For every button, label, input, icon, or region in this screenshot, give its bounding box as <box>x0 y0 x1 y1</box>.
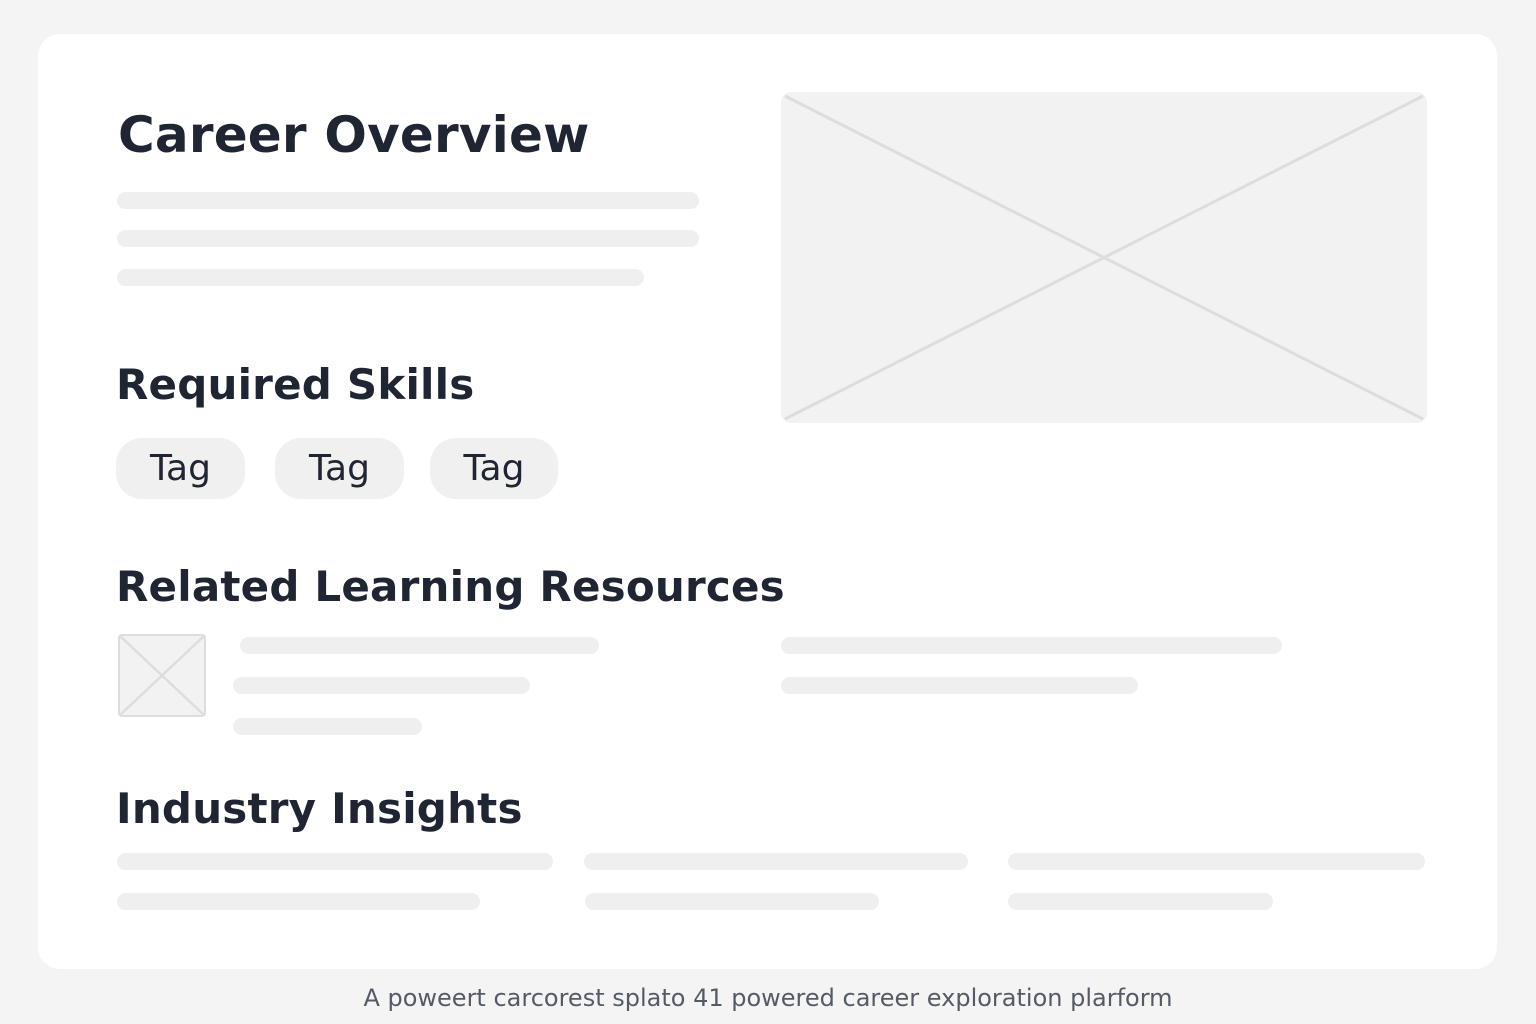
insight-text-placeholder <box>117 853 553 870</box>
insight-text-placeholder <box>1008 853 1425 870</box>
image-placeholder-icon <box>784 94 1424 421</box>
resource-text-placeholder <box>233 677 530 694</box>
career-card: Career Overview Required Skills Tag Tag … <box>38 34 1497 969</box>
career-overview-heading: Career Overview <box>118 106 590 164</box>
industry-insights-heading: Industry Insights <box>116 784 523 833</box>
footer-caption: A poweert carcorest splato 41 powered ca… <box>363 984 1173 1012</box>
related-resources-heading: Related Learning Resources <box>116 562 785 611</box>
insight-text-placeholder <box>1008 893 1273 910</box>
resource-text-placeholder <box>781 637 1282 654</box>
resource-thumbnail-placeholder[interactable] <box>118 634 206 717</box>
required-skills-heading: Required Skills <box>116 360 475 409</box>
overview-text-placeholder <box>117 230 699 247</box>
overview-text-placeholder <box>117 269 644 286</box>
career-image-placeholder <box>781 92 1427 423</box>
skill-tag[interactable]: Tag <box>116 438 245 499</box>
overview-text-placeholder <box>117 192 699 209</box>
skill-tag[interactable]: Tag <box>430 438 558 499</box>
insight-text-placeholder <box>585 893 879 910</box>
resource-text-placeholder <box>240 637 599 654</box>
insight-text-placeholder <box>117 893 480 910</box>
insight-text-placeholder <box>584 853 968 870</box>
skill-tag[interactable]: Tag <box>275 438 404 499</box>
resource-text-placeholder <box>781 677 1138 694</box>
resource-text-placeholder <box>233 718 422 735</box>
image-placeholder-icon <box>118 634 206 717</box>
